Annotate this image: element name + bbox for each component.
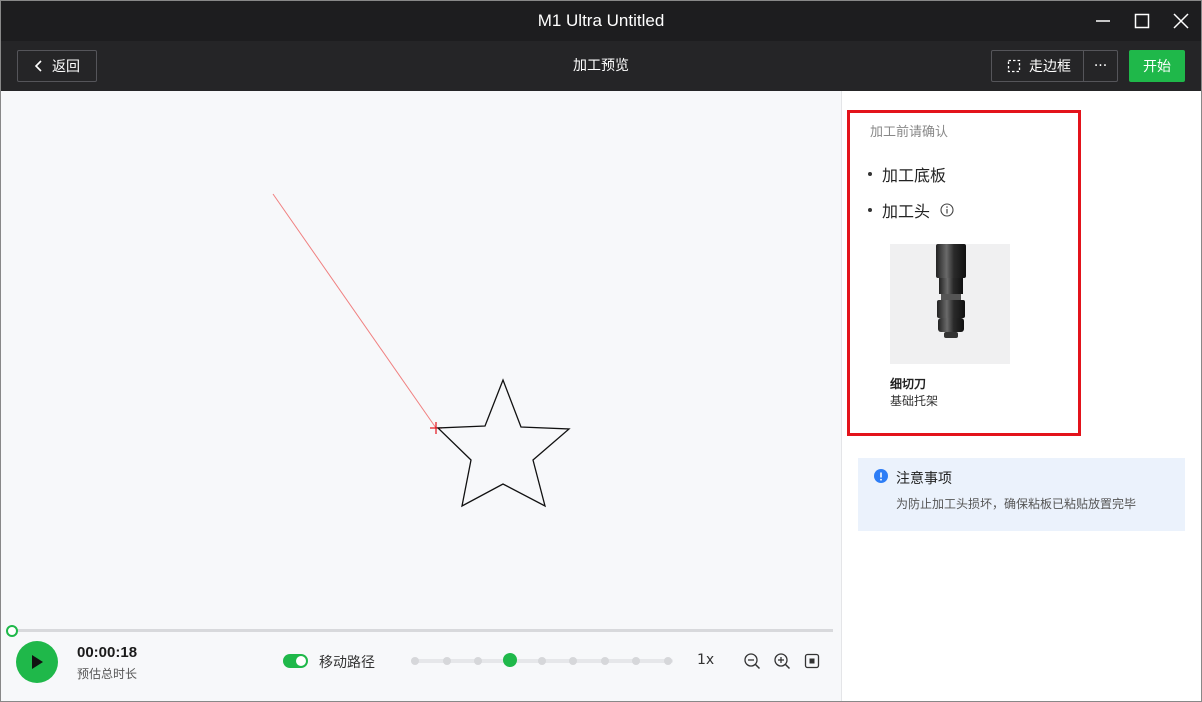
zoom-in-icon[interactable] xyxy=(773,652,791,670)
confirm-item-label: 加工头 xyxy=(882,202,931,221)
minimize-icon[interactable] xyxy=(1092,10,1114,32)
move-path-toggle[interactable] xyxy=(283,654,308,668)
speed-step-dot[interactable] xyxy=(664,657,672,665)
speed-step-dot[interactable] xyxy=(632,657,641,665)
back-button[interactable]: 返回 xyxy=(17,50,97,82)
window-title: M1 Ultra Untitled xyxy=(537,11,665,30)
bullet-dot xyxy=(868,172,872,176)
pre-process-confirm-panel: 加工前请确认 加工底板 加工头 细切刀 基础托架 xyxy=(847,110,1081,436)
frame-label: 走边框 xyxy=(1029,59,1071,75)
notice-title: 注意事项 xyxy=(896,471,952,487)
panel-divider xyxy=(841,91,842,702)
speed-step-dot[interactable] xyxy=(411,657,419,665)
notice-box: 注意事项 为防止加工头损坏，确保粘板已粘贴放置完毕 xyxy=(858,458,1185,531)
speed-step-dot[interactable] xyxy=(569,657,578,665)
confirm-item-baseplate: 加工底板 xyxy=(868,162,946,186)
frame-icon xyxy=(1007,59,1021,73)
progress-track[interactable] xyxy=(11,629,833,632)
frame-button[interactable]: 走边框 xyxy=(991,50,1084,82)
preview-drawing xyxy=(272,193,571,508)
chevron-left-icon xyxy=(34,60,42,72)
play-button[interactable] xyxy=(16,641,58,683)
move-path-label: 移动路径 xyxy=(319,655,375,671)
notice-text: 为防止加工头损坏，确保粘板已粘贴放置完毕 xyxy=(896,497,1137,511)
start-button[interactable]: 开始 xyxy=(1129,50,1185,82)
confirm-item-label: 加工底板 xyxy=(882,166,947,185)
tool-name: 细切刀 xyxy=(890,377,927,391)
title-bar: M1 Ultra Untitled xyxy=(0,0,1202,41)
info-icon xyxy=(874,469,888,483)
move-path-line xyxy=(272,193,437,429)
confirm-item-head: 加工头 xyxy=(868,198,954,222)
estimated-time: 00:00:18 xyxy=(77,644,138,661)
estimated-time-label: 预估总时长 xyxy=(77,667,138,681)
bullet-dot xyxy=(868,208,872,212)
preview-canvas[interactable]: 00:00:18 预估总时长 移动路径 1x xyxy=(1,91,841,701)
speed-step-dot[interactable] xyxy=(442,657,451,665)
speed-step-dot[interactable] xyxy=(537,657,546,665)
confirm-heading: 加工前请确认 xyxy=(870,125,949,140)
back-label: 返回 xyxy=(52,59,80,75)
play-icon xyxy=(32,655,43,669)
speed-step-dot[interactable] xyxy=(474,657,483,665)
maximize-icon[interactable] xyxy=(1131,10,1153,32)
tool-holder: 基础托架 xyxy=(890,394,939,408)
speed-step-dot[interactable] xyxy=(600,657,609,665)
more-button[interactable]: ··· xyxy=(1084,50,1118,82)
toolbar: 返回 加工预览 走边框 ··· 开始 xyxy=(0,41,1202,91)
info-icon[interactable] xyxy=(940,203,954,217)
progress-knob[interactable] xyxy=(6,625,18,637)
zoom-out-icon[interactable] xyxy=(743,652,761,670)
speed-label: 1x xyxy=(697,652,715,668)
star-shape xyxy=(436,378,571,508)
tool-head-image xyxy=(890,244,1010,364)
close-icon[interactable] xyxy=(1170,10,1192,32)
fit-view-icon[interactable] xyxy=(803,652,821,670)
speed-slider-thumb[interactable] xyxy=(502,653,517,667)
